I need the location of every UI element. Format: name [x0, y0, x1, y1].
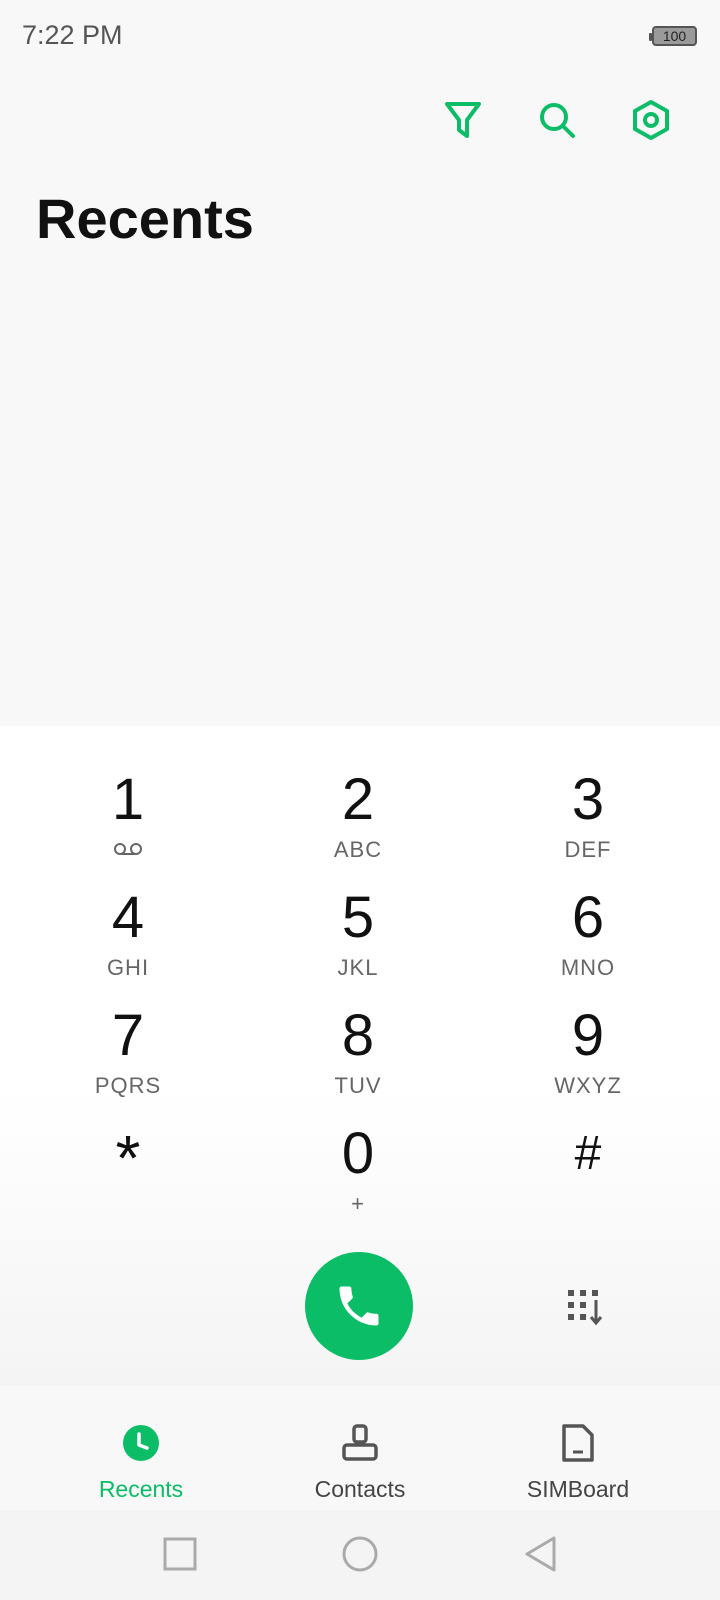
search-icon[interactable]	[533, 96, 581, 144]
voicemail-icon	[38, 836, 218, 864]
dialpad-toggle-icon[interactable]	[566, 1288, 608, 1328]
dial-key-digit: 6	[571, 885, 605, 950]
page-title: Recents	[36, 187, 254, 250]
dial-key-7[interactable]: 7 PQRS	[38, 1004, 218, 1114]
tab-label: Contacts	[314, 1476, 406, 1502]
settings-icon[interactable]	[627, 96, 675, 144]
filter-icon[interactable]	[439, 96, 487, 144]
dial-key-6[interactable]: 6 MNO	[498, 886, 678, 996]
dial-key-5[interactable]: 5 JKL	[268, 886, 448, 996]
dial-key-digit: 8	[341, 1003, 375, 1068]
sim-card-icon	[478, 1418, 678, 1468]
dial-key-digit: 4	[111, 885, 145, 950]
dial-key-letters: DEF	[564, 837, 612, 862]
dial-key-digit: 9	[571, 1003, 605, 1068]
dial-key-digit: #	[574, 1127, 602, 1180]
dial-key-0[interactable]: 0 +	[268, 1122, 448, 1232]
battery-level: 100	[662, 28, 687, 44]
status-time: 7:22 PM	[22, 20, 123, 50]
battery-icon: 100	[649, 26, 697, 46]
dial-key-letters: ABC	[333, 837, 383, 862]
dial-key-letters: JKL	[337, 955, 379, 980]
tab-simboard[interactable]: SIMBoard	[478, 1400, 678, 1502]
dial-key-digit: 0	[341, 1121, 375, 1186]
clock-icon	[41, 1418, 241, 1468]
dial-key-letters: TUV	[334, 1073, 382, 1098]
dial-key-1[interactable]: 1	[38, 768, 218, 878]
home-icon[interactable]	[338, 1532, 382, 1576]
back-icon[interactable]	[518, 1532, 562, 1576]
dial-key-digit: 3	[571, 767, 605, 832]
tab-contacts[interactable]: Contacts	[260, 1400, 460, 1502]
status-bar: 7:22 PM 100	[0, 0, 720, 72]
dial-key-letters: PQRS	[94, 1073, 162, 1098]
bottom-nav: Recents Contacts SIMBoard	[0, 1400, 720, 1502]
call-button[interactable]	[305, 1252, 413, 1360]
tab-label: Recents	[98, 1476, 184, 1502]
system-nav-bar	[0, 1510, 720, 1600]
dial-key-digit: 1	[111, 767, 145, 832]
dial-key-letters: +	[351, 1191, 365, 1216]
dial-key-9[interactable]: 9 WXYZ	[498, 1004, 678, 1114]
dial-key-hash[interactable]: #	[498, 1122, 678, 1232]
dial-key-star[interactable]: *	[38, 1122, 218, 1232]
recent-apps-icon[interactable]	[158, 1532, 202, 1576]
dial-key-2[interactable]: 2 ABC	[268, 768, 448, 878]
dial-key-digit: 2	[341, 767, 375, 832]
dial-key-digit: 5	[341, 885, 375, 950]
dial-key-letters: WXYZ	[554, 1073, 622, 1098]
dial-key-3[interactable]: 3 DEF	[498, 768, 678, 878]
contact-icon	[260, 1418, 460, 1468]
tab-recents[interactable]: Recents	[41, 1400, 241, 1502]
dial-key-digit: 7	[111, 1003, 145, 1068]
phone-icon	[339, 1286, 379, 1326]
dial-key-4[interactable]: 4 GHI	[38, 886, 218, 996]
dial-key-8[interactable]: 8 TUV	[268, 1004, 448, 1114]
dial-key-letters: MNO	[560, 955, 616, 980]
tab-label: SIMBoard	[526, 1476, 630, 1502]
dial-key-digit: *	[115, 1122, 141, 1194]
dial-key-letters: GHI	[106, 955, 150, 980]
